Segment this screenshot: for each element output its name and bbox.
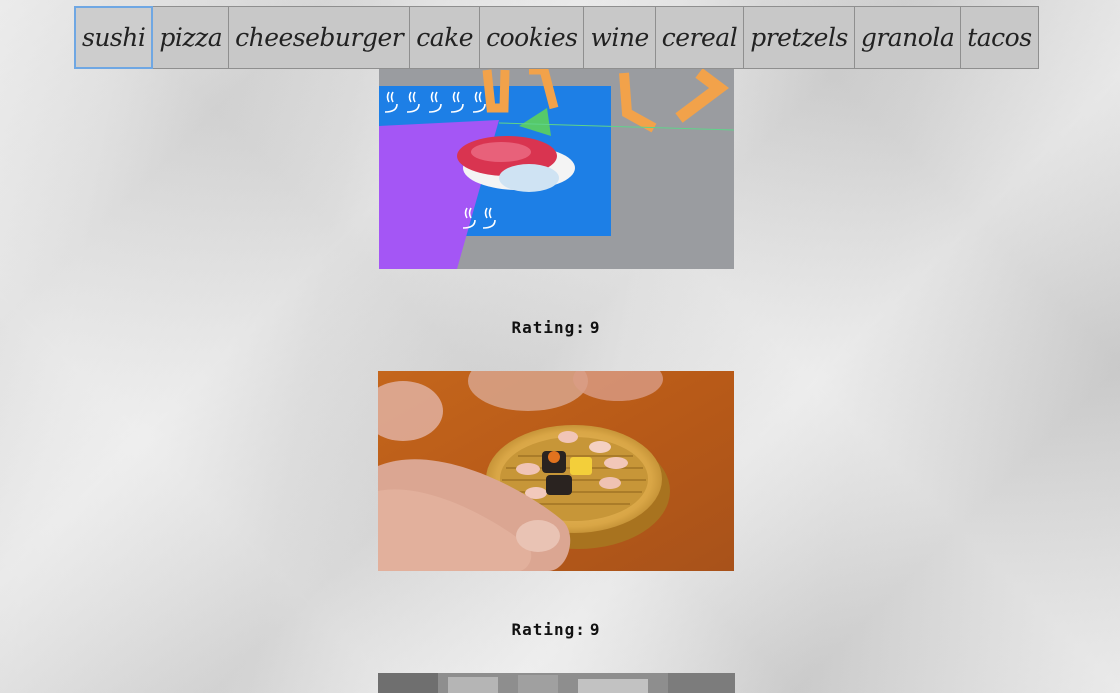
rating-value: 9 [589, 620, 601, 639]
tab-tacos[interactable]: tacos [961, 6, 1039, 69]
next-sushi-image [378, 673, 735, 693]
tab-sushi[interactable]: sushi [74, 6, 154, 69]
rating-text: Rating: 9 [378, 318, 734, 337]
rating-text: Rating: 9 [378, 620, 734, 639]
tab-cheeseburger[interactable]: cheeseburger [229, 6, 411, 69]
tab-cake[interactable]: cake [410, 6, 481, 69]
miniature-sushi-image [378, 371, 734, 571]
rating-label: Rating: [511, 620, 586, 639]
rating-value: 9 [589, 318, 601, 337]
category-tab-bar: sushi pizza cheeseburger cake cookies wi… [74, 6, 1039, 69]
tab-granola[interactable]: granola [854, 6, 962, 69]
tab-cereal[interactable]: cereal [655, 6, 745, 69]
rating-label: Rating: [511, 318, 586, 337]
sushi-gif-image [379, 68, 734, 269]
tab-wine[interactable]: wine [584, 6, 656, 69]
tab-cookies[interactable]: cookies [480, 6, 585, 69]
tab-pretzels[interactable]: pretzels [744, 6, 855, 69]
tab-pizza[interactable]: pizza [153, 6, 230, 69]
